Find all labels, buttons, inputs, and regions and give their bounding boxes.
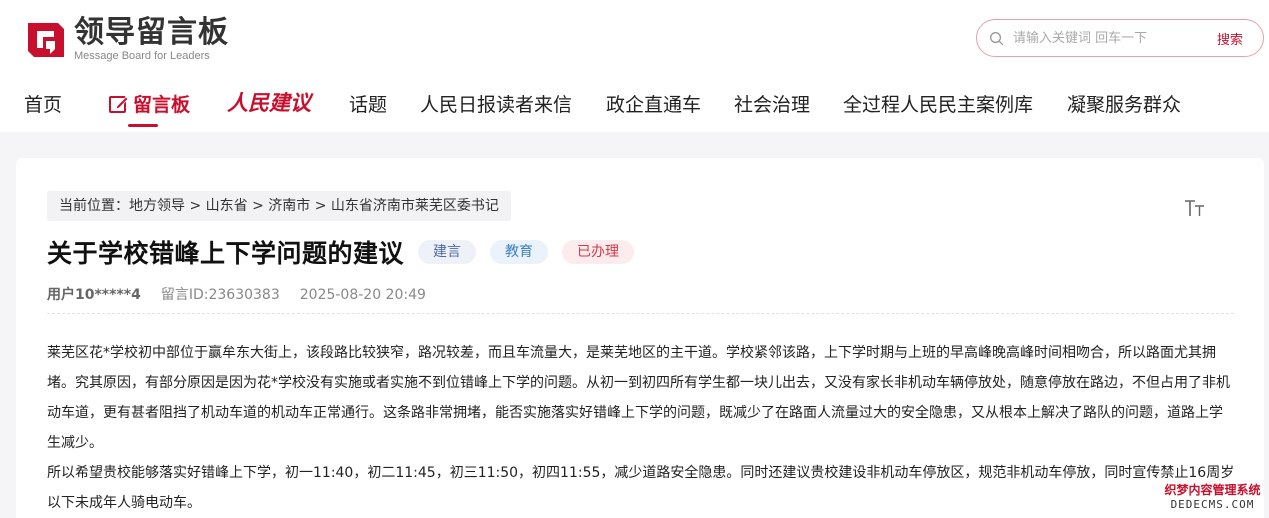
nav-item-people-suggestion[interactable]: 人民建议 <box>227 87 311 117</box>
watermark-line2: DEDECMS.COM <box>1170 498 1255 511</box>
page-title: 关于学校错峰上下学问题的建议 <box>47 239 405 268</box>
status-badge: 已办理 <box>562 240 635 264</box>
message-content: 莱芜区花*学校初中部位于赢牟东大街上，该段路比较狭窄，路况较差，而且车流量大，是… <box>47 338 1235 518</box>
nav-item-topics[interactable]: 话题 <box>349 90 387 117</box>
breadcrumb-item[interactable]: 山东省 <box>206 198 248 214</box>
search-icon <box>990 32 1004 46</box>
breadcrumb-separator: > <box>247 198 269 214</box>
breadcrumb-separator: > <box>185 198 206 214</box>
content-paragraph: 莱芜区花*学校初中部位于赢牟东大街上，该段路比较狭窄，路况较差，而且车流量大，是… <box>47 345 1230 451</box>
nav-item-message-board[interactable]: 留言板 <box>108 90 190 117</box>
nav-item-democracy-cases[interactable]: 全过程人民民主案例库 <box>843 90 1033 117</box>
logo-subtitle: Message Board for Leaders <box>74 50 210 62</box>
watermark: 织梦内容管理系统 DEDECMS.COM <box>1156 482 1269 518</box>
breadcrumb-prefix: 当前位置： <box>59 198 129 214</box>
message-meta: 用户10*****4 留言ID:23630383 2025-08-20 20:49 <box>47 284 426 304</box>
content-paragraph: 所以希望贵校能够落实好错峰上下学，初一11:40，初二11:45，初三11:50… <box>47 465 1235 511</box>
nav-item-gov-business[interactable]: 政企直通车 <box>606 90 701 117</box>
search-box: 搜索 <box>976 19 1264 57</box>
logo-title: 领导留言板 <box>74 15 229 50</box>
nav-item-serve-masses[interactable]: 凝聚服务群众 <box>1067 90 1181 117</box>
pencil-edit-icon <box>109 95 129 113</box>
search-button[interactable]: 搜索 <box>1217 29 1243 48</box>
breadcrumb: 当前位置：地方领导 > 山东省 > 济南市 > 山东省济南市莱芜区委书记 <box>47 191 511 221</box>
nav-item-readers-letters[interactable]: 人民日报读者来信 <box>420 90 572 117</box>
top-header: 领导留言板 Message Board for Leaders 搜索 首页 留言… <box>0 0 1269 132</box>
divider <box>47 313 1234 314</box>
breadcrumb-separator: > <box>310 198 331 214</box>
breadcrumb-item[interactable]: 地方领导 <box>129 198 185 214</box>
search-input[interactable] <box>1013 26 1203 50</box>
nav-item-message-board-label: 留言板 <box>133 94 191 116</box>
font-size-icon[interactable] <box>1184 198 1206 218</box>
breadcrumb-item[interactable]: 济南市 <box>268 198 310 214</box>
site-logo[interactable]: 领导留言板 Message Board for Leaders <box>24 16 229 62</box>
nav-item-social-governance[interactable]: 社会治理 <box>734 90 810 117</box>
message-datetime: 2025-08-20 20:49 <box>299 287 426 303</box>
watermark-line1: 织梦内容管理系统 <box>1164 483 1261 497</box>
main-nav: 首页 留言板 人民建议 话题 人民日报读者来信 政企直通车 社会治理 全过程人民… <box>0 84 1269 124</box>
category-tag: 教育 <box>490 240 549 264</box>
message-id: 留言ID:23630383 <box>160 287 280 303</box>
message-user: 用户10*****4 <box>47 287 141 303</box>
breadcrumb-item[interactable]: 山东省济南市莱芜区委书记 <box>331 198 499 214</box>
message-board-logo-icon <box>28 23 64 57</box>
message-card: 当前位置：地方领导 > 山东省 > 济南市 > 山东省济南市莱芜区委书记 关于学… <box>16 158 1264 518</box>
nav-item-home[interactable]: 首页 <box>24 90 62 117</box>
nav-active-indicator <box>128 124 158 127</box>
type-tag: 建言 <box>418 240 477 264</box>
message-title-row: 关于学校错峰上下学问题的建议 建言 教育 已办理 <box>47 234 635 270</box>
